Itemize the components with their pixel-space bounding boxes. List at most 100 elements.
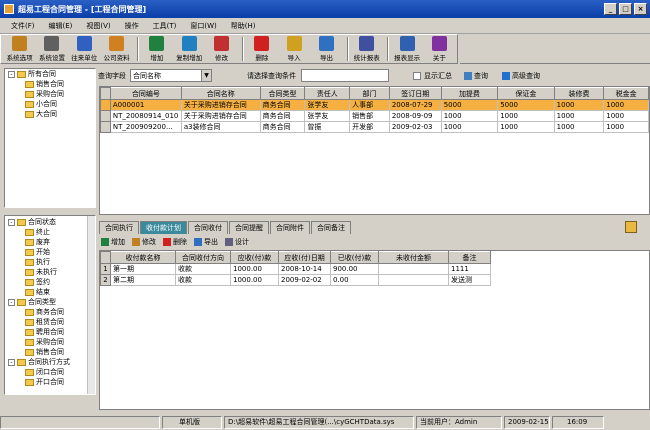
collapse-icon[interactable]: - (8, 218, 15, 226)
tree-item[interactable]: 商务合同 (5, 307, 95, 317)
table-cell[interactable]: 曾振 (304, 121, 351, 133)
toolbar-button-5[interactable]: 复制增加 (175, 35, 204, 63)
table-cell[interactable] (378, 274, 449, 286)
sub-toolbar-button-4[interactable]: 设计 (225, 237, 249, 247)
column-header[interactable]: 税金金 (603, 87, 649, 100)
column-header[interactable]: 应收(付)款 (230, 251, 279, 264)
tree-scrollbar[interactable] (87, 216, 95, 394)
tree-item[interactable]: 未执行 (5, 267, 95, 277)
tree-item[interactable]: 采购合同 (5, 337, 95, 347)
menu-help[interactable]: 帮助(H) (224, 21, 263, 31)
table-cell[interactable]: 张学友 (304, 110, 351, 122)
row-header[interactable] (100, 99, 111, 111)
table-cell[interactable]: 销售部 (349, 110, 390, 122)
table-cell[interactable]: 5000 (440, 99, 499, 111)
table-cell[interactable]: 1000 (553, 99, 605, 111)
maximize-button[interactable]: □ (619, 3, 632, 15)
sub-toolbar-button-2[interactable]: 删除 (163, 237, 187, 247)
table-cell[interactable]: 1000 (440, 110, 499, 122)
tree-item[interactable]: 废弃 (5, 237, 95, 247)
tree-group[interactable]: - 合同状态 (5, 217, 95, 227)
table-cell[interactable]: 1000 (497, 121, 555, 133)
advanced-search-button[interactable]: 高级查询 (502, 71, 540, 81)
tree-group[interactable]: - 合同执行方式 (5, 357, 95, 367)
checkbox-icon[interactable] (413, 71, 421, 80)
menu-window[interactable]: 窗口(W) (183, 21, 223, 31)
column-header[interactable]: 保证金 (497, 87, 555, 100)
collapse-icon[interactable]: - (8, 70, 15, 78)
table-cell[interactable]: 关于采购进销存合同 (180, 110, 261, 122)
table-cell[interactable]: 发送测 (448, 274, 491, 286)
table-cell[interactable]: 5000 (497, 99, 555, 111)
table-cell[interactable]: 商务合同 (259, 121, 306, 133)
table-cell[interactable]: a3装修合同 (180, 121, 261, 133)
column-header[interactable]: 部门 (349, 87, 390, 100)
collapse-icon[interactable]: - (8, 358, 15, 366)
column-header[interactable]: 合同类型 (259, 87, 306, 100)
table-cell[interactable]: 900.00 (330, 263, 379, 275)
table-cell[interactable]: 收款 (175, 274, 231, 286)
sub-toolbar-button-1[interactable]: 修改 (132, 237, 156, 247)
table-row[interactable]: NT_20080914_010 关于采购进销存合同 商务合同 张学友 销售部 2008-0… (100, 110, 649, 122)
sub-toolbar-button-0[interactable]: 增加 (101, 237, 125, 247)
table-row[interactable]: 1 第一期 收款 1000.00 2008-10-14 900.00 1111 (100, 263, 491, 275)
toolbar-button-11[interactable]: 报表显示 (392, 35, 421, 63)
tree-item[interactable]: 聘用合同 (5, 327, 95, 337)
menu-view[interactable]: 视图(V) (79, 21, 117, 31)
row-header[interactable] (100, 121, 111, 133)
column-header[interactable]: 未收付金额 (378, 251, 449, 264)
column-header[interactable]: 应收(付)日期 (278, 251, 331, 264)
tab-4[interactable]: 合同附件 (270, 221, 310, 234)
table-cell[interactable]: 2008-10-14 (278, 263, 331, 275)
table-cell[interactable]: 2008-07-29 (388, 99, 442, 111)
minimize-button[interactable]: _ (604, 3, 617, 15)
column-header[interactable]: 加提费 (440, 87, 499, 100)
table-cell[interactable]: 1111 (448, 263, 491, 275)
tab-1[interactable]: 收付款计划 (140, 221, 187, 234)
tree-item[interactable]: 执行 (5, 257, 95, 267)
table-cell[interactable]: 开发部 (349, 121, 390, 133)
tree-item[interactable]: 采购合同 (5, 89, 95, 99)
column-header[interactable]: 装修费 (553, 87, 605, 100)
table-cell[interactable]: 商务合同 (259, 99, 306, 111)
table-cell[interactable]: 张学友 (304, 99, 351, 111)
column-header[interactable]: 已收(付)款 (330, 251, 379, 264)
show-summary-checkbox[interactable]: 显示汇总 (413, 71, 452, 81)
toolbar-button-8[interactable]: 导入 (280, 35, 309, 63)
menu-file[interactable]: 文件(F) (4, 21, 42, 31)
table-cell[interactable]: 2009-02-03 (388, 121, 442, 133)
table-cell[interactable]: 2008-09-09 (388, 110, 442, 122)
table-cell[interactable]: NT_200909200... (109, 121, 182, 133)
table-cell[interactable]: 人事部 (349, 99, 390, 111)
close-button[interactable]: × (634, 3, 647, 15)
chevron-down-icon[interactable]: ▼ (201, 70, 211, 81)
tree-item[interactable]: 大合同 (5, 109, 95, 119)
toolbar-button-7[interactable]: 删除 (247, 35, 276, 63)
table-cell[interactable]: 收款 (175, 263, 231, 275)
table-cell[interactable]: 第一期 (110, 263, 176, 275)
toolbar-button-0[interactable]: 系统选项 (5, 35, 34, 63)
tree-item[interactable]: 小合同 (5, 99, 95, 109)
row-header[interactable] (100, 110, 111, 122)
tree-item[interactable]: 开口合同 (5, 377, 95, 387)
toolbar-button-6[interactable]: 修改 (207, 35, 236, 63)
table-row[interactable]: NT_200909200... a3装修合同 商务合同 曾振 开发部 2009-02-03… (100, 121, 649, 133)
tree-item[interactable]: 租赁合同 (5, 317, 95, 327)
toolbar-button-10[interactable]: 统计报表 (352, 35, 381, 63)
menu-tools[interactable]: 工具(T) (146, 21, 184, 31)
toolbar-button-4[interactable]: 增加 (142, 35, 171, 63)
tree-root[interactable]: - 所有合同 (5, 69, 95, 79)
row-header[interactable]: 1 (100, 263, 111, 275)
collapse-icon[interactable]: - (8, 298, 15, 306)
tree-item[interactable]: 销售合同 (5, 347, 95, 357)
column-header[interactable]: 收付款名称 (110, 251, 176, 264)
column-header[interactable]: 合同编号 (109, 87, 182, 100)
column-header[interactable]: 合同名称 (180, 87, 261, 100)
column-header[interactable]: 合同收付方向 (175, 251, 231, 264)
table-cell[interactable]: 1000 (603, 110, 649, 122)
query-field-select[interactable]: 合同名称 ▼ (130, 69, 212, 82)
tab-3[interactable]: 合同提醒 (229, 221, 269, 234)
table-cell[interactable]: 关于采购进销存合同 (180, 99, 261, 111)
table-cell[interactable] (378, 263, 449, 275)
sub-toolbar-button-3[interactable]: 导出 (194, 237, 218, 247)
